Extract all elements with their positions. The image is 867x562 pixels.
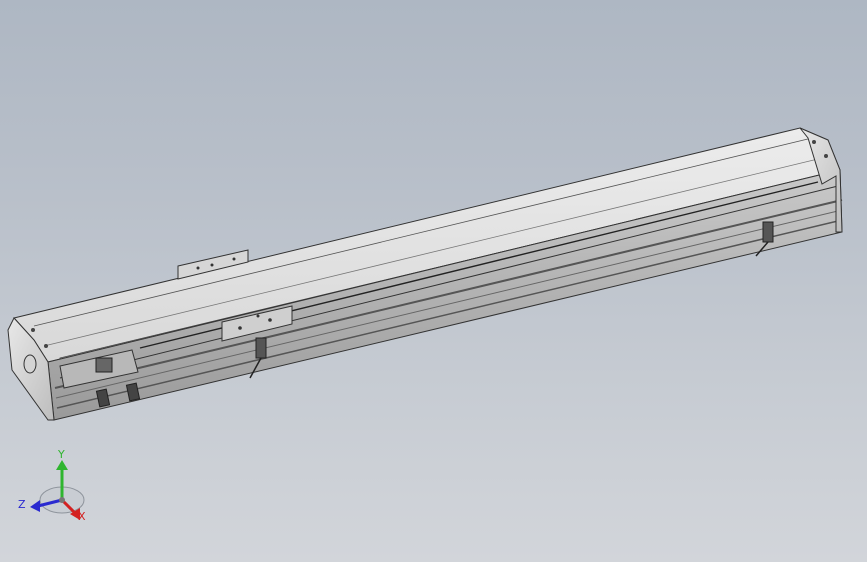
screw-hole [44, 344, 48, 348]
carriage-hole [238, 326, 242, 330]
sensor-body [255, 337, 267, 359]
carriage-hole [268, 318, 272, 322]
motor-shaft-hole [23, 354, 37, 374]
bracket-hole [210, 263, 214, 267]
coupling [95, 357, 113, 373]
x-axis-label: X [78, 510, 86, 523]
z-arrow-icon [30, 500, 40, 512]
screw-hole [812, 140, 816, 144]
z-axis-label: Z [18, 498, 26, 511]
bracket-hole [196, 266, 200, 270]
triad-origin [59, 497, 65, 503]
y-arrow-icon [56, 460, 68, 470]
screw-hole [31, 328, 35, 332]
carriage-hole [256, 314, 260, 318]
model-view[interactable]: Y Z X [0, 0, 867, 562]
sensor-body [762, 221, 774, 243]
y-axis-label: Y [57, 448, 65, 461]
screw-hole [824, 154, 828, 158]
bracket-hole [232, 257, 236, 261]
actuator-rail[interactable] [13, 127, 843, 421]
graphics-viewport[interactable]: Y Z X [0, 0, 867, 562]
coordinate-triad: Y Z X [18, 448, 86, 523]
